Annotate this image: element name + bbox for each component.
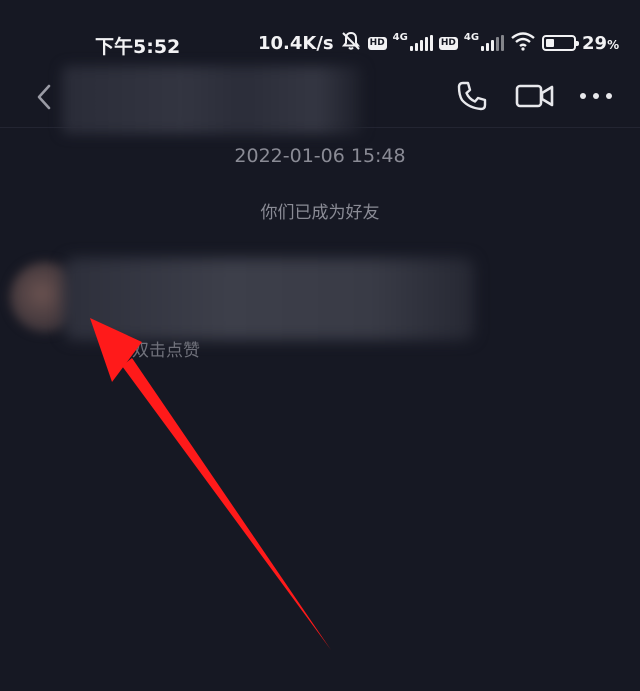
status-time: 下午5:52 — [95, 36, 181, 58]
network-label-2: 4G — [463, 31, 480, 43]
video-call-button[interactable] — [514, 78, 556, 114]
message-bubble-blurred[interactable] — [64, 258, 474, 340]
net-speed: 10.4K/s — [258, 32, 334, 54]
system-message: 你们已成为好友 — [260, 203, 380, 223]
voice-call-button[interactable] — [452, 78, 492, 114]
phone-icon — [457, 81, 487, 111]
wifi-icon — [510, 31, 536, 56]
status-indicators: 10.4K/s HD 4G HD 4G 29% — [258, 30, 619, 56]
chevron-left-icon — [37, 84, 51, 110]
more-button[interactable] — [576, 78, 616, 114]
more-icon — [580, 93, 612, 99]
battery-icon — [542, 35, 580, 51]
check-icon — [113, 342, 125, 355]
like-hint-label: 双击点赞 — [132, 341, 200, 361]
battery-fill — [546, 39, 554, 47]
signal-icon — [481, 35, 505, 51]
network-label-1: 4G — [392, 31, 408, 43]
signal-icon — [409, 35, 433, 51]
hd-badge-2: HD — [438, 36, 458, 50]
battery-percent: 29% — [582, 32, 620, 54]
like-hint: 双击点赞 — [112, 336, 200, 361]
contact-name-blurred[interactable] — [62, 66, 362, 134]
hd-badge-1: HD — [367, 36, 387, 50]
mute-bell-icon — [340, 30, 362, 57]
message-row[interactable] — [4, 256, 474, 342]
back-button[interactable] — [30, 80, 58, 114]
video-camera-icon — [515, 84, 554, 108]
chat-timestamp: 2022-01-06 15:48 — [234, 145, 406, 167]
chat-header — [0, 62, 640, 134]
